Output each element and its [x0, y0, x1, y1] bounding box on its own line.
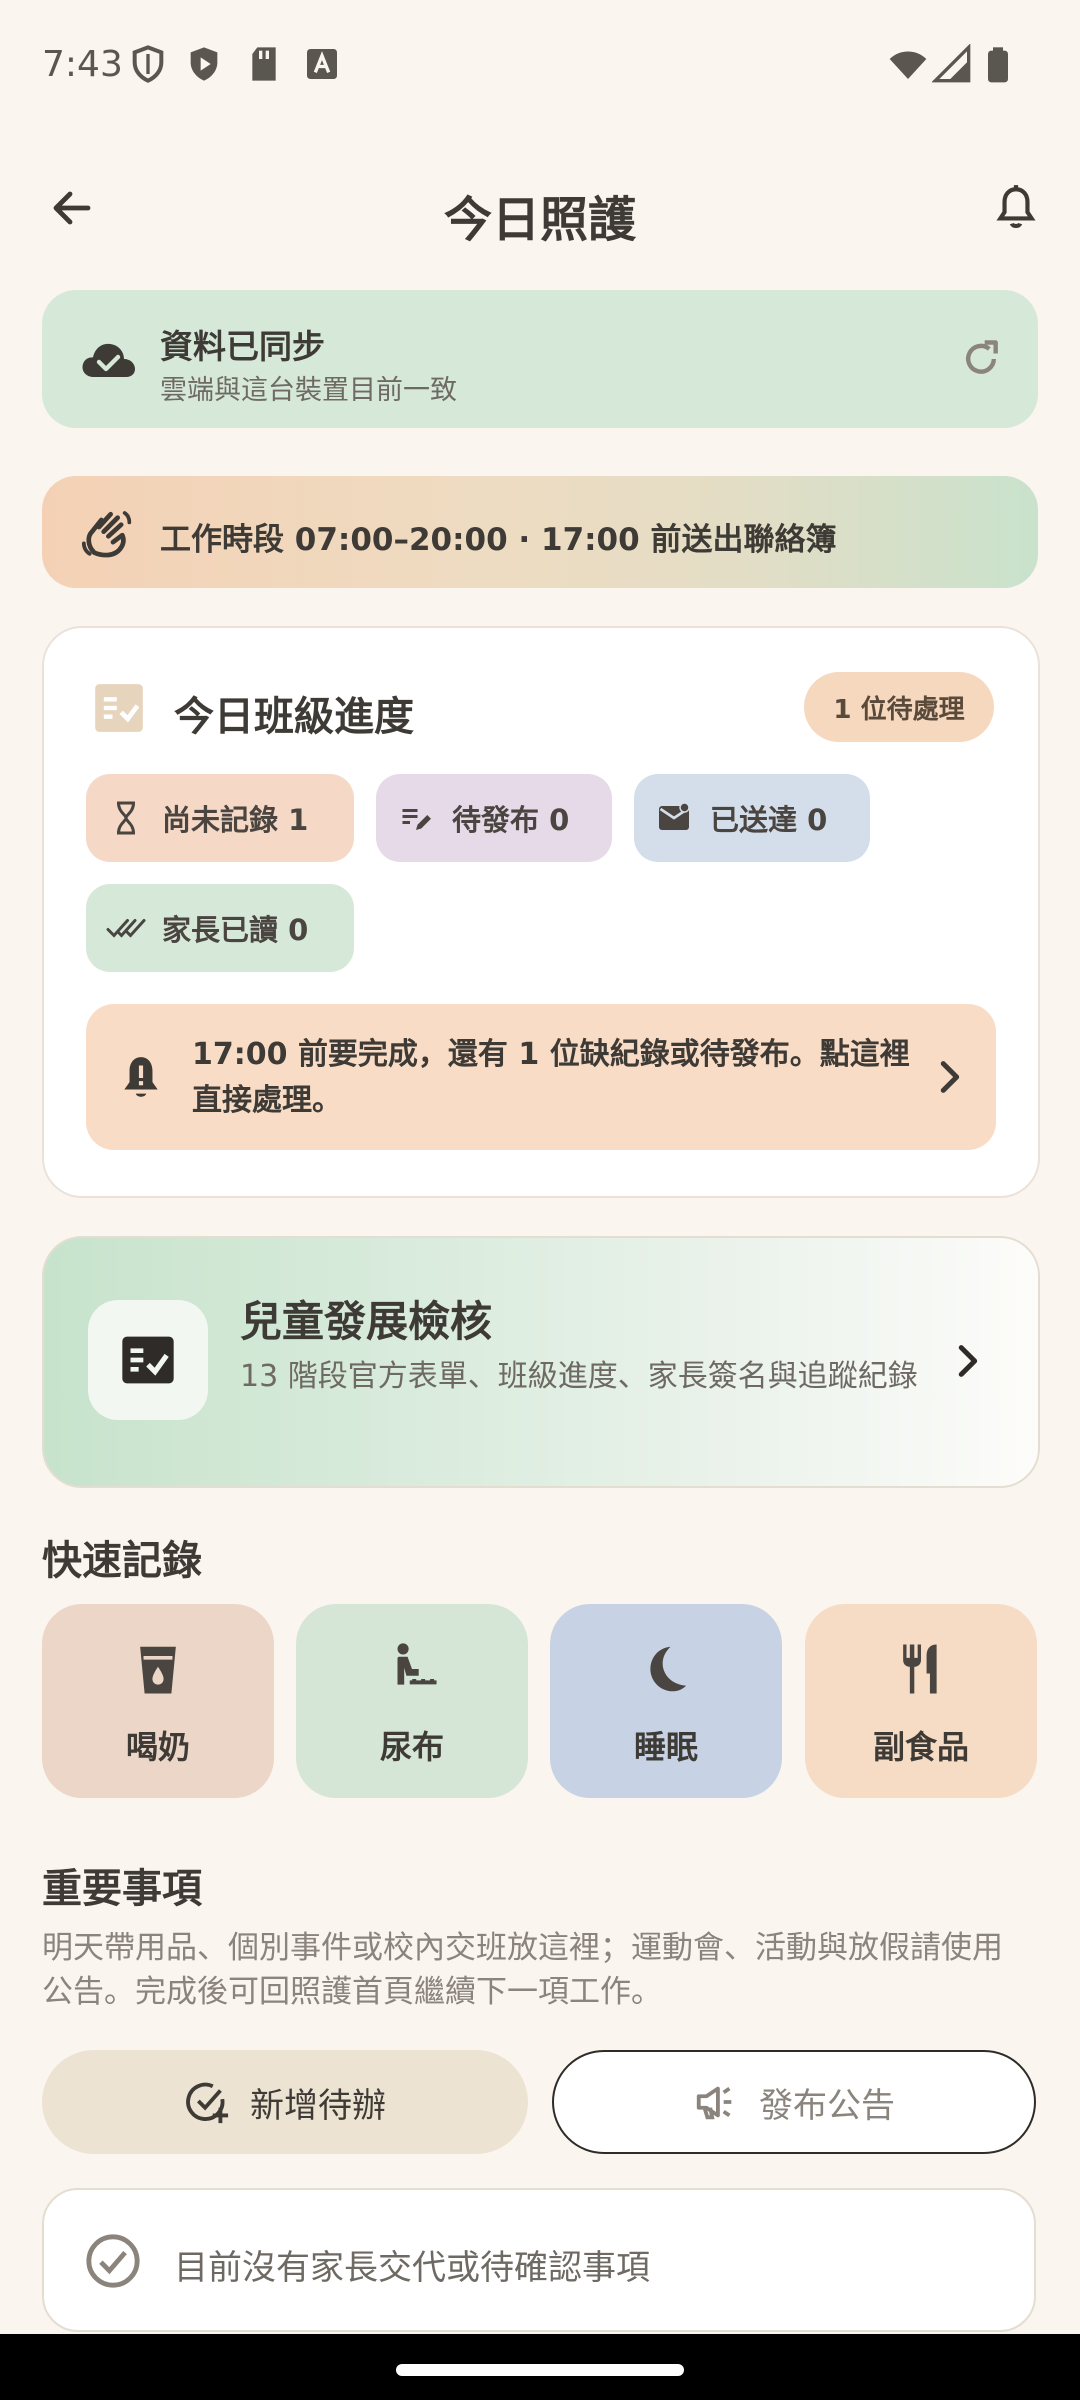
publish-announcement-label: 發布公告: [759, 2085, 895, 2126]
alert-bell-icon: [124, 1057, 158, 1097]
system-nav-bar: [0, 2334, 1080, 2400]
chip-to-publish-label: 待發布 0: [452, 803, 570, 837]
add-task-icon: [184, 2079, 230, 2125]
progress-title: 今日班級進度: [174, 694, 414, 740]
notifications-button[interactable]: [984, 176, 1048, 240]
quick-record-diaper-label: 尿布: [379, 1728, 444, 1766]
chip-unrecorded[interactable]: 尚未記錄 1: [86, 774, 354, 862]
development-title: 兒童發展檢核: [240, 1297, 493, 1346]
quick-record-milk[interactable]: 喝奶: [42, 1604, 274, 1798]
chevron-right-icon: [940, 1061, 960, 1093]
bell-icon: [996, 185, 1036, 229]
diaper-icon: [397, 1643, 437, 1685]
quick-record-title: 快速記錄: [42, 1538, 202, 1584]
alert-text: 17:00 前要完成，還有 1 位缺紀錄或待發布。點這裡直接處理。: [192, 1037, 910, 1118]
check-circle-icon: [86, 2234, 140, 2288]
quick-record-milk-label: 喝奶: [125, 1728, 190, 1766]
quick-record-diaper[interactable]: 尿布: [296, 1604, 528, 1798]
publish-announcement-button[interactable]: 發布公告: [552, 2050, 1036, 2154]
quick-record-sleep[interactable]: 睡眠: [550, 1604, 782, 1798]
refresh-button[interactable]: [948, 326, 1014, 392]
waving-hand-icon: [81, 511, 132, 558]
battery-icon: [988, 47, 1008, 83]
important-title: 重要事項: [42, 1866, 202, 1912]
chip-sent[interactable]: 已送達 0: [634, 774, 870, 862]
sync-status-card: 資料已同步 雲端與這台裝置目前一致: [42, 290, 1038, 428]
sd-card-icon: [252, 47, 276, 81]
font-icon: [307, 49, 337, 79]
sync-subtitle: 雲端與這台裝置目前一致: [160, 375, 457, 406]
child-development-card[interactable]: 兒童發展檢核 13 階段官方表單、班級進度、家長簽名與追蹤紀錄: [42, 1236, 1040, 1488]
utensils-icon: [903, 1644, 937, 1694]
pending-count-badge: 1 位待處理: [804, 672, 994, 742]
megaphone-icon: [693, 2079, 739, 2125]
chip-parent-read-label: 家長已讀 0: [162, 913, 309, 947]
empty-state-text: 目前沒有家長交代或待確認事項: [174, 2248, 650, 2288]
fact-check-icon: [122, 1336, 174, 1384]
home-gesture-handle[interactable]: [396, 2364, 684, 2376]
chip-unrecorded-label: 尚未記錄 1: [162, 803, 309, 837]
add-todo-label: 新增待辦: [250, 2085, 386, 2126]
double-check-icon: [104, 906, 148, 950]
milk-cup-icon: [140, 1646, 176, 1694]
quick-record-sleep-label: 睡眠: [633, 1728, 698, 1766]
deadline-alert[interactable]: 17:00 前要完成，還有 1 位缺紀錄或待發布。點這裡直接處理。: [86, 1004, 996, 1150]
quick-record-solid-food-label: 副食品: [872, 1728, 969, 1766]
checklist-icon: [95, 684, 143, 732]
edit-note-icon: [394, 796, 438, 840]
chip-sent-label: 已送達 0: [710, 803, 828, 837]
shield-icon: [132, 45, 164, 83]
sync-title: 資料已同步: [160, 327, 325, 366]
work-hours-text: 工作時段 07:00–20:00 · 17:00 前送出聯絡簿: [160, 522, 837, 558]
hourglass-icon: [104, 796, 148, 840]
chevron-right-icon: [958, 1345, 978, 1377]
moon-icon: [650, 1646, 687, 1692]
dev-icon-tile: [88, 1300, 208, 1420]
wifi-icon: [889, 51, 927, 79]
status-bar: 7:43: [0, 0, 1080, 130]
page-title: 今日照護: [443, 192, 636, 248]
quick-record-solid-food[interactable]: 副食品: [805, 1604, 1037, 1798]
chip-to-publish[interactable]: 待發布 0: [376, 774, 612, 862]
chip-parent-read[interactable]: 家長已讀 0: [86, 884, 354, 972]
play-protect-icon: [190, 47, 218, 81]
status-time: 7:43: [42, 44, 123, 85]
signal-icon: [932, 44, 971, 83]
cloud-check-icon: [82, 343, 135, 377]
add-todo-button[interactable]: 新增待辦: [42, 2050, 528, 2154]
work-hours-banner: 工作時段 07:00–20:00 · 17:00 前送出聯絡簿: [42, 476, 1038, 588]
mail-icon: [652, 796, 696, 840]
refresh-icon: [965, 340, 998, 374]
development-subtitle: 13 階段官方表單、班級進度、家長簽名與追蹤紀錄: [240, 1359, 918, 1394]
important-description: 明天帶用品、個別事件或校內交班放這裡；運動會、活動與放假請使用公告。完成後可回照…: [42, 1930, 1003, 2010]
class-progress-card: 今日班級進度 1 位待處理 尚未記錄 1 待發布 0 已送達 0 家長已讀 0 …: [42, 626, 1040, 1198]
empty-state-card: 目前沒有家長交代或待確認事項: [42, 2188, 1036, 2332]
top-app-bar: 今日照護: [0, 150, 1080, 260]
